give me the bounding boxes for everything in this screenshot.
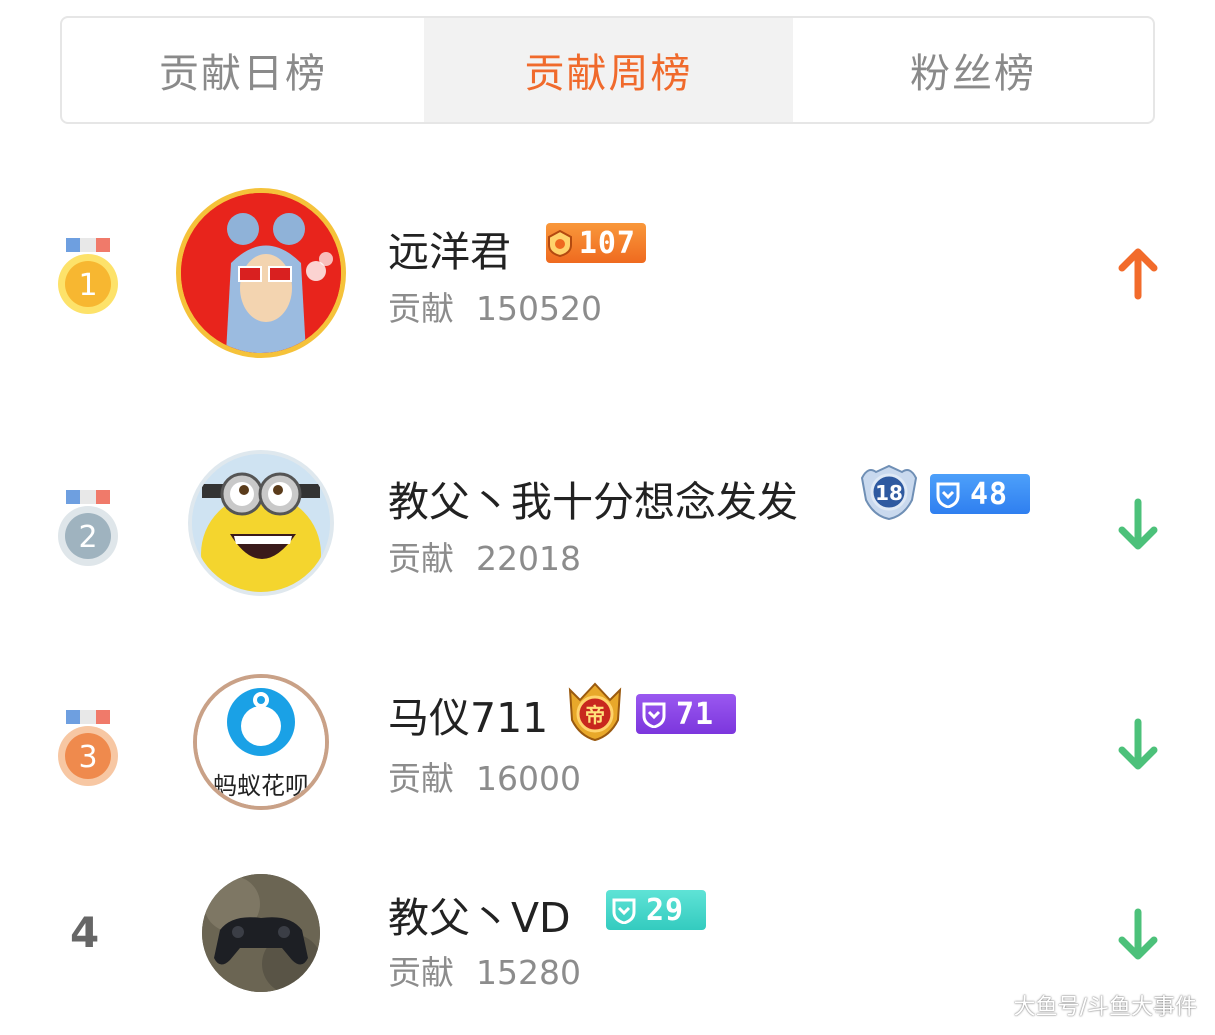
- silver-medal-icon: 2: [58, 490, 118, 566]
- contribution-value: 贡献 22018: [388, 539, 581, 578]
- avatar[interactable]: [176, 188, 346, 358]
- shield-icon: [546, 223, 575, 263]
- svg-text:2: 2: [78, 520, 97, 555]
- fan-level-badge: 48: [930, 474, 1030, 514]
- ant-credit-pay-logo: 蚂蚁花呗: [197, 678, 325, 806]
- avatar[interactable]: 蚂蚁花呗: [193, 674, 329, 810]
- shield-icon: [606, 890, 642, 930]
- gamepad-avatar-image: [202, 874, 320, 992]
- list-item[interactable]: 1 远洋君 107 贡献 150520: [0, 180, 1215, 380]
- noble-rank-badge: 帝: [564, 682, 626, 742]
- contribution-value: 贡献 16000: [388, 759, 581, 798]
- gold-medal-icon: 1: [58, 238, 118, 314]
- fan-level-badge: 29: [606, 890, 706, 930]
- noble-rank-badge: 18: [858, 464, 920, 521]
- svg-text:蚂蚁花呗: 蚂蚁花呗: [213, 772, 309, 800]
- bronze-medal-icon: 3: [58, 710, 118, 786]
- shield-icon: [636, 694, 672, 734]
- user-name[interactable]: 教父丶VD: [388, 884, 571, 944]
- leaderboard-tabs: 贡献日榜 贡献周榜 粉丝榜: [60, 16, 1155, 124]
- list-item[interactable]: 2 教父丶我十分想念发发 18 48 贡献 22018: [0, 440, 1215, 640]
- arrow-down-icon: [1118, 718, 1158, 770]
- avatar[interactable]: [188, 450, 334, 596]
- fan-level-badge: 107: [546, 223, 646, 263]
- tab-weekly-contribution[interactable]: 贡献周榜: [424, 18, 793, 122]
- list-item[interactable]: 3 蚂蚁花呗 马仪711 帝 71 贡献 16000: [0, 668, 1215, 868]
- arrow-down-icon: [1118, 908, 1158, 960]
- contribution-value: 贡献 150520: [388, 289, 602, 328]
- cartoon-avatar-image: [181, 193, 341, 353]
- svg-text:18: 18: [875, 481, 903, 505]
- svg-text:3: 3: [78, 740, 97, 775]
- arrow-down-icon: [1118, 498, 1158, 550]
- svg-text:1: 1: [78, 268, 97, 303]
- shield-icon: [930, 474, 966, 514]
- avatar[interactable]: [202, 874, 320, 992]
- svg-text:帝: 帝: [585, 703, 605, 727]
- user-name[interactable]: 远洋君: [388, 218, 511, 278]
- user-name[interactable]: 马仪711: [388, 684, 548, 744]
- user-name[interactable]: 教父丶我十分想念发发: [388, 468, 798, 528]
- minion-avatar-image: [192, 454, 330, 592]
- fan-level-badge: 71: [636, 694, 736, 734]
- watermark: 大鱼号/斗鱼大事件: [1013, 995, 1197, 1020]
- tab-daily-contribution[interactable]: 贡献日榜: [62, 18, 424, 122]
- tab-fans-ranking[interactable]: 粉丝榜: [793, 18, 1153, 122]
- arrow-up-icon: [1118, 248, 1158, 300]
- rank-number: 4: [70, 908, 100, 957]
- contribution-value: 贡献 15280: [388, 953, 581, 992]
